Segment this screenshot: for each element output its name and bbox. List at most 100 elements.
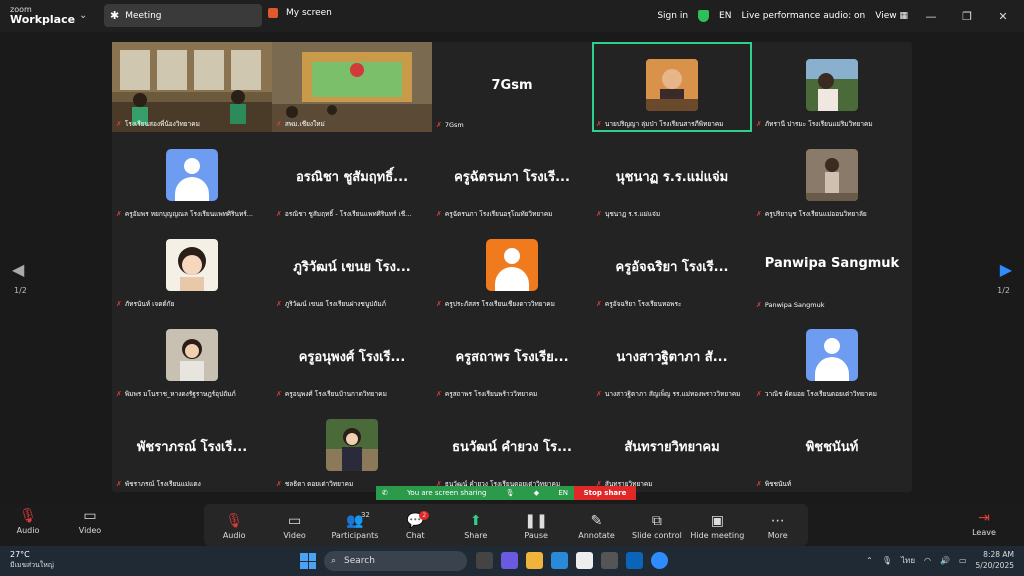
participant-tile[interactable]: ✗ ครูอัมพร หยกบุญญณล โรงเรียนแพทศิรินทร์.… xyxy=(112,132,272,222)
minimize-icon[interactable]: — xyxy=(918,10,944,23)
leave-button[interactable]: ⇥ Leave xyxy=(964,508,1004,537)
tile-label: ภัทรนันท์ เจตต์กัย xyxy=(124,300,175,308)
tile-label: ครูปริยานุช โรงเรียนแม่ออนวิทยาลัย xyxy=(764,210,867,218)
participant-tile[interactable]: ✗ ภัทรานี ปารมะ โรงเรียนแม่ริมวิทยาคม xyxy=(752,42,912,132)
wifi-icon[interactable]: ◠ xyxy=(924,556,931,565)
participant-tile[interactable]: ✗ ครูประภัสสร โรงเรียนเชียงดาววิทยาคม xyxy=(432,222,592,312)
close-icon[interactable]: ✕ xyxy=(990,10,1016,23)
prev-page-icon[interactable]: ◀ xyxy=(12,260,24,279)
participant-name: ครูอัจฉริยา โรงเรี... xyxy=(615,260,729,275)
mic-muted-icon: ✗ xyxy=(276,480,282,488)
tab-my-screen[interactable]: My screen xyxy=(268,8,332,18)
mic-tray-icon[interactable]: 🎙 xyxy=(882,556,892,565)
more-button[interactable]: ⋯ More xyxy=(750,511,806,540)
tile-label: โรงเรียนสองพี่น้องวิทยาคม xyxy=(124,120,200,128)
video-gallery: ✗ โรงเรียนสองพี่น้องวิทยาคม ✗ สพม.เชียงใหม… xyxy=(112,42,912,492)
stop-share-button[interactable]: Stop share xyxy=(574,486,636,500)
next-page-icon[interactable]: ▶ xyxy=(1000,260,1012,279)
participant-tile[interactable]: Panwipa Sangmuk ✗ Panwipa Sangmuk xyxy=(752,222,912,312)
participant-tile[interactable]: พัชราภรณ์ โรงเรี... ✗ พัชราภรณ์ โรงเรียนแ… xyxy=(112,402,272,492)
participant-name: ครูฉัตรนภา โรงเรี... xyxy=(454,170,570,185)
audio-button[interactable]: 🎙 Audio xyxy=(206,511,262,540)
pause-button[interactable]: ❚❚ Pause xyxy=(508,511,564,540)
mic-muted-icon: ✗ xyxy=(596,390,602,398)
shield-icon xyxy=(698,10,710,22)
sign-in-link[interactable]: Sign in xyxy=(657,11,688,21)
task-view-icon[interactable] xyxy=(476,552,493,569)
participant-tile[interactable]: นางสาวฐิตาภา สั... ✗ นางสาวฐิตาภา สัญเพ็ญ… xyxy=(592,312,752,402)
battery-icon[interactable]: ▭ xyxy=(959,556,967,565)
chevron-up-icon[interactable]: ⌃ xyxy=(866,556,873,565)
video-label: Video xyxy=(78,526,102,535)
annotate-button[interactable]: ✎ Annotate xyxy=(569,511,625,540)
video-button-left[interactable]: ▭ Video xyxy=(70,506,110,535)
outlook-icon[interactable] xyxy=(626,552,643,569)
participant-tile[interactable]: สันทรายวิทยาคม ✗ สันทรายวิทยาคม xyxy=(592,402,752,492)
default-avatar-icon xyxy=(806,329,858,381)
share-button[interactable]: ⬆ Share xyxy=(448,511,504,540)
participant-tile[interactable]: ✗ ครูปริยานุช โรงเรียนแม่ออนวิทยาลัย xyxy=(752,132,912,222)
participant-tile[interactable]: ✗ สพม.เชียงใหม่ xyxy=(272,42,432,132)
weather-widget[interactable]: 27°C มีเมฆส่วนใหญ่ xyxy=(10,550,54,570)
mic-muted-icon: ✗ xyxy=(596,120,602,128)
sharing-lang[interactable]: EN xyxy=(558,489,568,497)
windows-start-icon[interactable] xyxy=(300,553,316,569)
hide-meeting-button[interactable]: ▣ Hide meeting xyxy=(689,511,745,540)
mic-muted-icon: ✗ xyxy=(756,301,762,309)
view-button[interactable]: View ▦ xyxy=(875,11,908,21)
participant-tile[interactable]: ✗ วาณิช ผัดมอย โรงเรียนดอยเต่าวิทยาคม xyxy=(752,312,912,402)
mic-muted-icon: ✗ xyxy=(436,121,442,129)
participant-tile[interactable]: ✗ พิมพร มโนราช_หางดงรัฐราษฎร์อุปถัมภ์ xyxy=(112,312,272,402)
taskbar-search[interactable]: ⌕ Search xyxy=(324,551,467,571)
file-explorer-icon[interactable] xyxy=(526,552,543,569)
zoom-logo[interactable]: zoom Workplace xyxy=(10,5,75,25)
input-language[interactable]: ไทย xyxy=(901,554,915,567)
clock[interactable]: 8:28 AM 5/20/2025 xyxy=(976,549,1014,571)
participant-tile[interactable]: ครูอัจฉริยา โรงเรี... ✗ ครูอัจฉริยา โรงเร… xyxy=(592,222,752,312)
participant-tile[interactable]: ✗ โรงเรียนสองพี่น้องวิทยาคม xyxy=(112,42,272,132)
language-label[interactable]: EN xyxy=(719,11,731,21)
mic-muted-icon: ✗ xyxy=(436,390,442,398)
tab-meeting[interactable]: ✱ Meeting xyxy=(104,4,262,27)
participant-tile[interactable]: ครูฉัตรนภา โรงเรี... ✗ ครูฉัตรนภา โรงเรีย… xyxy=(432,132,592,222)
participant-tile[interactable]: อรณิชา ชูสัมฤทธิ์... ✗ อรณิชา ชูสัมฤทธิ์ … xyxy=(272,132,432,222)
participant-tile[interactable]: ครูอนุพงศ์ โรงเรี... ✗ ครูอนุพงศ์ โรงเรีย… xyxy=(272,312,432,402)
mic-muted-icon: ✗ xyxy=(276,300,282,308)
mic-icon[interactable]: 🎙 xyxy=(506,489,515,497)
audio-button-left[interactable]: 🎙 Audio xyxy=(8,506,48,535)
slide-control-button[interactable]: ⧉ Slide control xyxy=(629,511,685,540)
zoom-app-icon[interactable] xyxy=(651,552,668,569)
google-chrome-icon[interactable] xyxy=(576,552,593,569)
copilot-icon[interactable] xyxy=(501,552,518,569)
mic-muted-icon: ✗ xyxy=(436,300,442,308)
mic-muted-icon: ✗ xyxy=(116,210,122,218)
participant-tile[interactable]: นุชนาฏ ร.ร.แม่แจ่ม ✗ นุชนาฏ ร.ร.แม่แจ่ม xyxy=(592,132,752,222)
participant-tile[interactable]: ✗ ชลธิดา ดอยเต่าวิทยาคม xyxy=(272,402,432,492)
tile-label: ครูสถาพร โรงเรียนพร้าววิทยาคม xyxy=(444,390,538,398)
chat-button[interactable]: 💬 2 Chat xyxy=(387,510,443,540)
participant-tile[interactable]: 7Gsm ✗ 7Gsm xyxy=(432,42,592,132)
participant-photo xyxy=(166,329,218,381)
chevron-down-icon[interactable]: ⌄ xyxy=(79,10,87,21)
amazon-icon[interactable] xyxy=(601,552,618,569)
participant-name: นางสาวฐิตาภา สั... xyxy=(616,350,728,365)
restore-icon[interactable]: ❐ xyxy=(954,10,980,23)
participant-tile[interactable]: ✗ ภัทรนันท์ เจตต์กัย xyxy=(112,222,272,312)
search-icon: ⌕ xyxy=(331,556,337,566)
volume-icon[interactable]: 🔊 xyxy=(940,556,950,565)
share-icon: ⬆ xyxy=(469,512,482,529)
participants-count: 32 xyxy=(360,510,370,519)
participants-button[interactable]: 👥 32 Participants xyxy=(327,511,383,540)
participant-tile[interactable]: ภูริวัฒน์ เขนย โรง... ✗ ภูริวัฒน์ เขนย โร… xyxy=(272,222,432,312)
top-bar: zoom Workplace ⌄ ✱ Meeting My screen Sig… xyxy=(0,0,1024,32)
participant-tile[interactable]: พิชชนันท์ ✗ พิชชนันท์ xyxy=(752,402,912,492)
audio-status[interactable]: Live performance audio: on xyxy=(741,11,865,21)
participant-tile[interactable]: ครูสถาพร โรงเรีย... ✗ ครูสถาพร โรงเรียนพร… xyxy=(432,312,592,402)
participant-tile[interactable]: ธนวัฒน์ คำยวง โร... ✗ ธนวัฒน์ คำยวง โรงเร… xyxy=(432,402,592,492)
participant-tile-active-speaker[interactable]: ✗ นายปริญญา ลุ่มป่า โรงเรียนสารภีพิทยาคม xyxy=(592,42,752,132)
edge-icon[interactable] xyxy=(551,552,568,569)
shield-icon: ◆ xyxy=(533,489,540,497)
video-button[interactable]: ▭ Video xyxy=(267,511,323,540)
slide-icon: ⧉ xyxy=(651,512,662,529)
default-avatar-icon xyxy=(166,149,218,201)
